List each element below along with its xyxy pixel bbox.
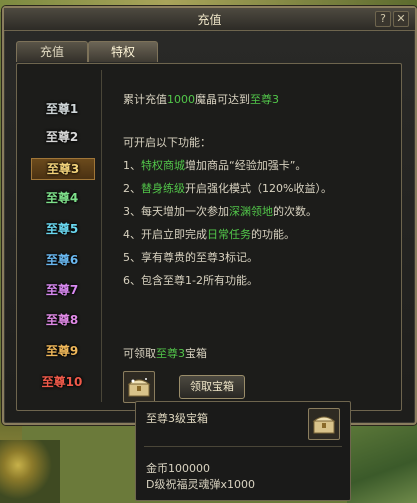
summary-middle: 魔晶可达到	[195, 93, 250, 106]
feature-item-2: 2、替身练级开启强化模式（120%收益）。	[123, 180, 332, 196]
reward-suffix: 宝箱	[185, 347, 207, 360]
feature-text: 享有尊贵的至尊3标记。	[141, 251, 258, 264]
summary-prefix: 累计充值	[123, 93, 167, 106]
vip-level-8[interactable]: 至尊8	[31, 310, 93, 330]
privilege-details: 累计充值1000魔晶可达到至尊3 可开启以下功能： 1、特权商城增加商品“经验加…	[123, 64, 401, 410]
feature-item-4: 4、开启立即完成日常任务的功能。	[123, 226, 295, 242]
feature-number: 5、	[123, 251, 141, 264]
tooltip-chest-icon	[308, 408, 340, 440]
feature-text: 的功能。	[251, 228, 295, 241]
vip-level-2[interactable]: 至尊2	[31, 127, 93, 147]
tab-recharge[interactable]: 充值	[16, 41, 88, 62]
feature-item-5: 5、享有尊贵的至尊3标记。	[123, 249, 258, 265]
summary-amount: 1000	[167, 93, 195, 106]
feature-number: 2、	[123, 182, 141, 195]
vip-level-9[interactable]: 至尊9	[31, 341, 93, 361]
vip-level-3[interactable]: 至尊3	[31, 158, 95, 180]
treasure-chest-icon[interactable]	[123, 371, 155, 403]
feature-number: 3、	[123, 205, 141, 218]
feature-text: 包含至尊1-2所有功能。	[141, 274, 258, 287]
feature-link-abyss[interactable]: 深渊领地	[229, 205, 273, 218]
vip-level-1[interactable]: 至尊1	[31, 99, 93, 119]
recharge-window: 充值 ? ✕ 充值 特权 至尊1 至尊2 至尊3 至尊4 至尊5 至尊6 至尊7…	[2, 6, 417, 425]
feature-text: 开启立即完成	[141, 228, 207, 241]
reward-label: 可领取至尊3宝箱	[123, 345, 207, 361]
vip-level-list: 至尊1 至尊2 至尊3 至尊4 至尊5 至尊6 至尊7 至尊8 至尊9 至尊10	[23, 70, 102, 402]
summary-level: 至尊3	[250, 93, 279, 106]
window-title: 充值	[197, 13, 222, 27]
vip-level-10[interactable]: 至尊10	[31, 372, 93, 392]
tooltip-title: 至尊3级宝箱	[146, 412, 208, 425]
feature-text: 的次数。	[273, 205, 317, 218]
feature-link-daily-quests[interactable]: 日常任务	[207, 228, 251, 241]
privilege-panel: 至尊1 至尊2 至尊3 至尊4 至尊5 至尊6 至尊7 至尊8 至尊9 至尊10…	[16, 63, 402, 411]
vip-level-4[interactable]: 至尊4	[31, 188, 93, 208]
feature-number: 1、	[123, 159, 141, 172]
tooltip-gold-reward: 金币100000	[146, 462, 210, 475]
feature-text: 开启强化模式（120%收益）。	[185, 182, 332, 195]
vip-level-5[interactable]: 至尊5	[31, 219, 93, 239]
vip-level-7[interactable]: 至尊7	[31, 280, 93, 300]
chest-tooltip: 至尊3级宝箱 金币100000 D级祝福灵魂弹x1000	[135, 401, 351, 501]
feature-link-proxy-leveling[interactable]: 替身练级	[141, 182, 185, 195]
close-button[interactable]: ✕	[393, 11, 409, 27]
feature-number: 4、	[123, 228, 141, 241]
feature-item-1: 1、特权商城增加商品“经验加强卡”。	[123, 157, 306, 173]
feature-item-3: 3、每天增加一次参加深渊领地的次数。	[123, 203, 317, 219]
claim-chest-button[interactable]: 领取宝箱	[179, 375, 245, 399]
window-titlebar[interactable]: 充值 ? ✕	[4, 8, 415, 31]
feature-number: 6、	[123, 274, 141, 287]
tooltip-item-reward: D级祝福灵魂弹x1000	[146, 478, 255, 491]
help-button[interactable]: ?	[375, 11, 391, 27]
feature-link-vip-shop[interactable]: 特权商城	[141, 159, 185, 172]
vip-level-6[interactable]: 至尊6	[31, 250, 93, 270]
game-background-right	[347, 420, 417, 503]
feature-text: 每天增加一次参加	[141, 205, 229, 218]
reward-prefix: 可领取	[123, 347, 156, 360]
features-heading: 可开启以下功能：	[123, 136, 211, 149]
feature-item-6: 6、包含至尊1-2所有功能。	[123, 272, 258, 288]
recharge-summary: 累计充值1000魔晶可达到至尊3	[123, 91, 279, 107]
reward-level: 至尊3	[156, 347, 185, 360]
game-background-statue	[0, 440, 60, 503]
feature-text: 增加商品“经验加强卡”。	[185, 159, 307, 172]
tab-privilege[interactable]: 特权	[88, 41, 158, 62]
tooltip-divider	[144, 446, 342, 447]
